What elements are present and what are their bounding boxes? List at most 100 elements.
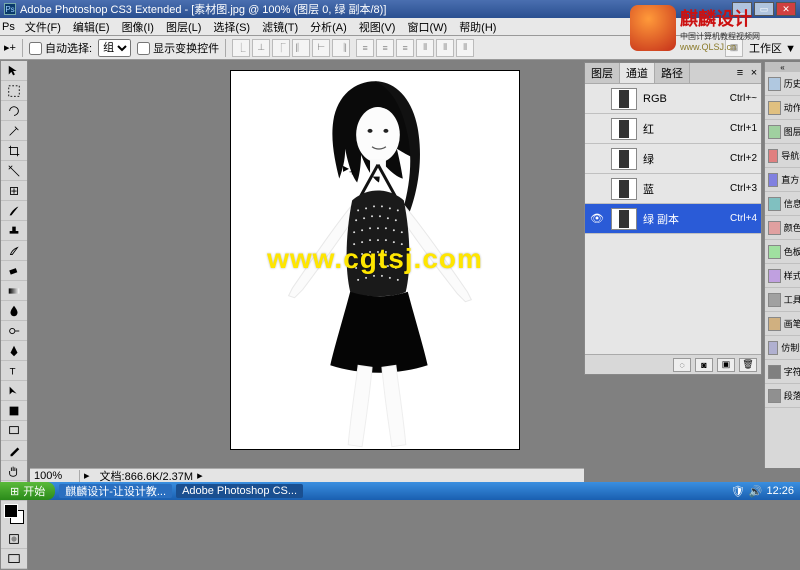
dist-btn[interactable]: ⫴ <box>436 39 454 57</box>
delete-channel-button[interactable]: 🗑 <box>739 358 757 372</box>
menu-view[interactable]: 视图(V) <box>353 19 402 35</box>
eyedropper-tool[interactable] <box>1 441 27 461</box>
menu-analysis[interactable]: 分析(A) <box>304 19 353 35</box>
blur-tool[interactable] <box>1 301 27 321</box>
new-channel-button[interactable]: ▣ <box>717 358 735 372</box>
type-tool[interactable]: T <box>1 361 27 381</box>
align-btn[interactable]: ⊢ <box>312 39 330 57</box>
taskbar-item[interactable]: 麒麟设计-让设计教... <box>59 484 172 498</box>
dock-item[interactable]: 仿制源 <box>765 336 800 360</box>
hand-tool[interactable] <box>1 461 27 481</box>
dock-item[interactable]: 动作 <box>765 96 800 120</box>
dist-btn[interactable]: ⫴ <box>456 39 474 57</box>
screenmode-toggle[interactable] <box>1 549 27 569</box>
visibility-icon[interactable]: 👁 <box>589 211 605 227</box>
channel-row[interactable]: 蓝Ctrl+3 <box>585 174 761 204</box>
channel-row[interactable]: 红Ctrl+1 <box>585 114 761 144</box>
dock-item[interactable]: 颜色 <box>765 216 800 240</box>
tab-paths[interactable]: 路径 <box>655 63 690 83</box>
history-brush-tool[interactable] <box>1 241 27 261</box>
minimize-button[interactable]: _ <box>732 2 752 16</box>
menu-filter[interactable]: 滤镜(T) <box>256 19 304 35</box>
slice-tool[interactable] <box>1 161 27 181</box>
wand-tool[interactable] <box>1 121 27 141</box>
zoom-level[interactable]: 100% <box>30 470 80 482</box>
start-button[interactable]: ⊞ 开始 <box>0 482 55 500</box>
channel-row[interactable]: 👁绿 副本Ctrl+4 <box>585 204 761 234</box>
load-selection-button[interactable]: ◌ <box>673 358 691 372</box>
lasso-tool[interactable] <box>1 101 27 121</box>
channel-name: 红 <box>643 121 730 137</box>
brush-tool[interactable] <box>1 201 27 221</box>
color-swatches[interactable] <box>1 501 27 529</box>
dock-item[interactable]: 信息 <box>765 192 800 216</box>
tray-icon[interactable]: 🛡 <box>731 485 745 498</box>
tab-layers[interactable]: 图层 <box>585 63 620 83</box>
gradient-tool[interactable] <box>1 281 27 301</box>
system-tray[interactable]: 🛡 🔊 12:26 <box>725 485 800 498</box>
tray-icon[interactable]: 🔊 <box>749 485 763 498</box>
status-arrow-icon[interactable]: ▸ <box>80 469 94 482</box>
align-btn[interactable]: |⎸ <box>292 39 310 57</box>
foreground-color[interactable] <box>4 504 18 518</box>
dist-btn[interactable]: ⫴ <box>416 39 434 57</box>
dock-item[interactable]: 色板 <box>765 240 800 264</box>
panel-menu-icon[interactable]: ≡ <box>733 63 747 83</box>
panel-close-icon[interactable]: × <box>747 63 761 83</box>
dist-btn[interactable]: ≡ <box>376 39 394 57</box>
dock-item[interactable]: 图层 <box>765 120 800 144</box>
align-btn[interactable]: ⎿ <box>232 39 250 57</box>
align-btn[interactable]: ⎹| <box>332 39 350 57</box>
dock-item[interactable]: 段落 <box>765 384 800 408</box>
auto-select-dropdown[interactable]: 组 <box>98 39 131 57</box>
dock-expand-icon[interactable]: « <box>765 62 800 72</box>
menu-file[interactable]: 文件(F) <box>19 19 67 35</box>
dock-item[interactable]: 字符 <box>765 360 800 384</box>
notes-tool[interactable] <box>1 421 27 441</box>
show-transform-checkbox[interactable]: 显示变换控件 <box>137 40 219 56</box>
heal-tool[interactable] <box>1 181 27 201</box>
shape-tool[interactable] <box>1 401 27 421</box>
dock-item[interactable]: 画笔 <box>765 312 800 336</box>
menu-window[interactable]: 窗口(W) <box>401 19 453 35</box>
visibility-icon[interactable] <box>589 91 605 107</box>
dodge-tool[interactable] <box>1 321 27 341</box>
save-selection-button[interactable]: ◙ <box>695 358 713 372</box>
workspace-dropdown[interactable]: 工作区 ▼ <box>749 40 796 56</box>
path-select-tool[interactable] <box>1 381 27 401</box>
channel-row[interactable]: RGBCtrl+~ <box>585 84 761 114</box>
maximize-button[interactable]: ▭ <box>754 2 774 16</box>
taskbar-item[interactable]: Adobe Photoshop CS... <box>176 484 303 498</box>
align-btn[interactable]: ⎾ <box>272 39 290 57</box>
align-btn[interactable]: ⊥ <box>252 39 270 57</box>
menu-edit[interactable]: 编辑(E) <box>67 19 116 35</box>
dock-item[interactable]: 历史 <box>765 72 800 96</box>
status-menu-icon[interactable]: ▸ <box>193 469 207 482</box>
dist-btn[interactable]: ≡ <box>356 39 374 57</box>
visibility-icon[interactable] <box>589 181 605 197</box>
canvas[interactable]: ▸+ www.cgtsj.com <box>230 70 520 450</box>
marquee-tool[interactable] <box>1 81 27 101</box>
visibility-icon[interactable] <box>589 121 605 137</box>
arrange-icon[interactable]: ▦ <box>725 39 743 57</box>
menu-select[interactable]: 选择(S) <box>207 19 256 35</box>
pen-tool[interactable] <box>1 341 27 361</box>
channel-row[interactable]: 绿Ctrl+2 <box>585 144 761 174</box>
stamp-tool[interactable] <box>1 221 27 241</box>
quickmask-toggle[interactable] <box>1 529 27 549</box>
dock-item[interactable]: 直方图 <box>765 168 800 192</box>
menu-layer[interactable]: 图层(L) <box>160 19 207 35</box>
auto-select-checkbox[interactable]: 自动选择: <box>29 40 92 56</box>
eraser-tool[interactable] <box>1 261 27 281</box>
dist-btn[interactable]: ≡ <box>396 39 414 57</box>
crop-tool[interactable] <box>1 141 27 161</box>
dock-item[interactable]: 样式 <box>765 264 800 288</box>
menu-help[interactable]: 帮助(H) <box>453 19 502 35</box>
dock-item[interactable]: 导航器 <box>765 144 800 168</box>
dock-item[interactable]: 工具 <box>765 288 800 312</box>
menu-image[interactable]: 图像(I) <box>116 19 160 35</box>
tab-channels[interactable]: 通道 <box>620 63 655 83</box>
move-tool[interactable] <box>1 61 27 81</box>
close-button[interactable]: ✕ <box>776 2 796 16</box>
visibility-icon[interactable] <box>589 151 605 167</box>
